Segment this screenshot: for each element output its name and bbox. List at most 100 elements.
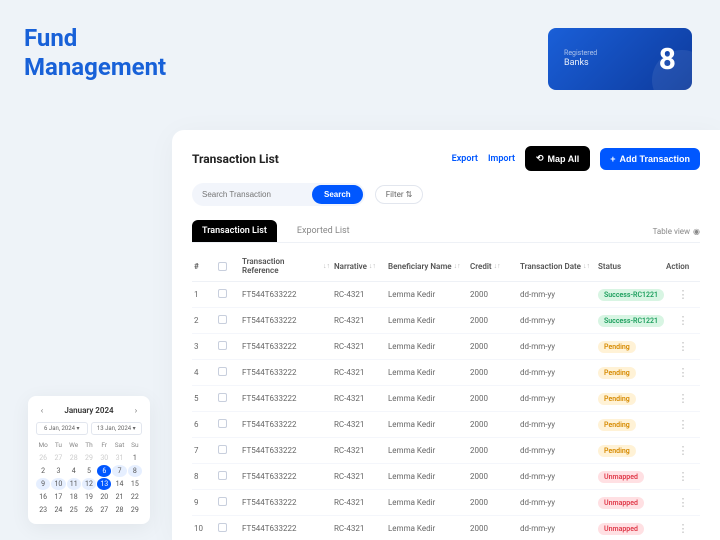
calendar-day[interactable]: 23	[36, 504, 50, 516]
calendar-day[interactable]: 6	[97, 465, 111, 477]
cell-beneficiary: Lemma Kedir	[388, 420, 466, 429]
row-checkbox[interactable]	[218, 341, 227, 350]
cell-credit: 2000	[470, 368, 516, 377]
table-row: 3FT544T633222RC-4321Lemma Kedir2000dd-mm…	[192, 334, 700, 360]
calendar-day[interactable]: 14	[112, 478, 126, 490]
calendar-day[interactable]: 22	[128, 491, 142, 503]
row-actions-icon[interactable]: ⋮	[666, 470, 700, 483]
plus-icon: +	[610, 154, 615, 164]
row-checkbox[interactable]	[218, 367, 227, 376]
map-icon: ⟲	[536, 153, 544, 164]
calendar-day[interactable]: 16	[36, 491, 50, 503]
calendar-next-icon[interactable]: ›	[130, 404, 142, 416]
filter-button[interactable]: Filter ⇅	[375, 185, 424, 204]
table-row: 2FT544T633222RC-4321Lemma Kedir2000dd-mm…	[192, 308, 700, 334]
row-actions-icon[interactable]: ⋮	[666, 418, 700, 431]
calendar-day[interactable]: 1	[128, 452, 142, 464]
calendar-prev-icon[interactable]: ‹	[36, 404, 48, 416]
cell-date: dd-mm-yy	[520, 316, 594, 325]
calendar-day[interactable]: 5	[82, 465, 96, 477]
export-button[interactable]: Export	[452, 154, 478, 164]
table-view-toggle[interactable]: Table view ◉	[653, 227, 700, 236]
banks-count: 8	[659, 42, 676, 77]
cell-date: dd-mm-yy	[520, 420, 594, 429]
col-beneficiary[interactable]: Beneficiary Name↓↑	[388, 262, 466, 271]
calendar-day[interactable]: 29	[128, 504, 142, 516]
calendar-day[interactable]: 21	[112, 491, 126, 503]
eye-icon: ◉	[693, 227, 700, 236]
add-transaction-button[interactable]: +Add Transaction	[600, 148, 700, 170]
row-actions-icon[interactable]: ⋮	[666, 444, 700, 457]
col-reference[interactable]: Transaction Reference↓↑	[242, 257, 330, 275]
import-button[interactable]: Import	[488, 154, 515, 164]
row-checkbox[interactable]	[218, 393, 227, 402]
row-checkbox[interactable]	[218, 445, 227, 454]
row-checkbox[interactable]	[218, 523, 227, 532]
cell-date: dd-mm-yy	[520, 446, 594, 455]
calendar-day[interactable]: 30	[97, 452, 111, 464]
cell-beneficiary: Lemma Kedir	[388, 368, 466, 377]
calendar-dow: We	[67, 441, 81, 449]
calendar-day[interactable]: 26	[82, 504, 96, 516]
col-date[interactable]: Transaction Date↓↑	[520, 262, 594, 271]
calendar-day[interactable]: 28	[67, 452, 81, 464]
calendar-day[interactable]: 27	[97, 504, 111, 516]
row-actions-icon[interactable]: ⋮	[666, 496, 700, 509]
search-button[interactable]: Search	[312, 185, 363, 204]
calendar-day[interactable]: 17	[51, 491, 65, 503]
cell-beneficiary: Lemma Kedir	[388, 342, 466, 351]
calendar-day[interactable]: 31	[112, 452, 126, 464]
calendar-day[interactable]: 2	[36, 465, 50, 477]
cell-narrative: RC-4321	[334, 498, 384, 507]
cell-beneficiary: Lemma Kedir	[388, 524, 466, 533]
cell-credit: 2000	[470, 498, 516, 507]
calendar-day[interactable]: 7	[112, 465, 126, 477]
range-to[interactable]: 13 Jan, 2024 ▾	[91, 422, 143, 435]
calendar-day[interactable]: 26	[36, 452, 50, 464]
row-actions-icon[interactable]: ⋮	[666, 392, 700, 405]
map-all-button[interactable]: ⟲Map All	[525, 146, 590, 171]
tab-exported-list[interactable]: Exported List	[287, 220, 360, 242]
col-narrative[interactable]: Narrative↓↑	[334, 262, 384, 271]
col-credit[interactable]: Credit↓↑	[470, 262, 516, 271]
row-actions-icon[interactable]: ⋮	[666, 314, 700, 327]
row-actions-icon[interactable]: ⋮	[666, 340, 700, 353]
row-actions-icon[interactable]: ⋮	[666, 366, 700, 379]
calendar-day[interactable]: 24	[51, 504, 65, 516]
tab-transaction-list[interactable]: Transaction List	[192, 220, 277, 242]
calendar-day[interactable]: 11	[67, 478, 81, 490]
calendar-day[interactable]: 18	[67, 491, 81, 503]
calendar-dow: Mo	[36, 441, 50, 449]
row-checkbox[interactable]	[218, 497, 227, 506]
cell-beneficiary: Lemma Kedir	[388, 472, 466, 481]
calendar-day[interactable]: 13	[97, 478, 111, 490]
row-checkbox[interactable]	[218, 289, 227, 298]
calendar-day[interactable]: 28	[112, 504, 126, 516]
row-checkbox[interactable]	[218, 315, 227, 324]
row-actions-icon[interactable]: ⋮	[666, 522, 700, 535]
search-input[interactable]	[202, 190, 312, 199]
calendar-day[interactable]: 8	[128, 465, 142, 477]
calendar-day[interactable]: 3	[51, 465, 65, 477]
calendar-day[interactable]: 15	[128, 478, 142, 490]
range-from[interactable]: 6 Jan, 2024 ▾	[36, 422, 88, 435]
cell-date: dd-mm-yy	[520, 394, 594, 403]
calendar-day[interactable]: 12	[82, 478, 96, 490]
calendar-day[interactable]: 10	[51, 478, 65, 490]
calendar-day[interactable]: 19	[82, 491, 96, 503]
calendar-dow: Th	[82, 441, 96, 449]
calendar-day[interactable]: 25	[67, 504, 81, 516]
calendar-day[interactable]: 9	[36, 478, 50, 490]
row-checkbox[interactable]	[218, 419, 227, 428]
row-checkbox[interactable]	[218, 471, 227, 480]
calendar-day[interactable]: 20	[97, 491, 111, 503]
transactions-panel: Transaction List Export Import ⟲Map All …	[172, 130, 720, 540]
cell-credit: 2000	[470, 446, 516, 455]
calendar-day[interactable]: 29	[82, 452, 96, 464]
row-actions-icon[interactable]: ⋮	[666, 288, 700, 301]
banks-summary-card[interactable]: Registered Banks 8	[548, 28, 692, 90]
calendar-day[interactable]: 27	[51, 452, 65, 464]
select-all-checkbox[interactable]	[218, 262, 227, 271]
cell-reference: FT544T633222	[242, 498, 330, 507]
calendar-day[interactable]: 4	[67, 465, 81, 477]
